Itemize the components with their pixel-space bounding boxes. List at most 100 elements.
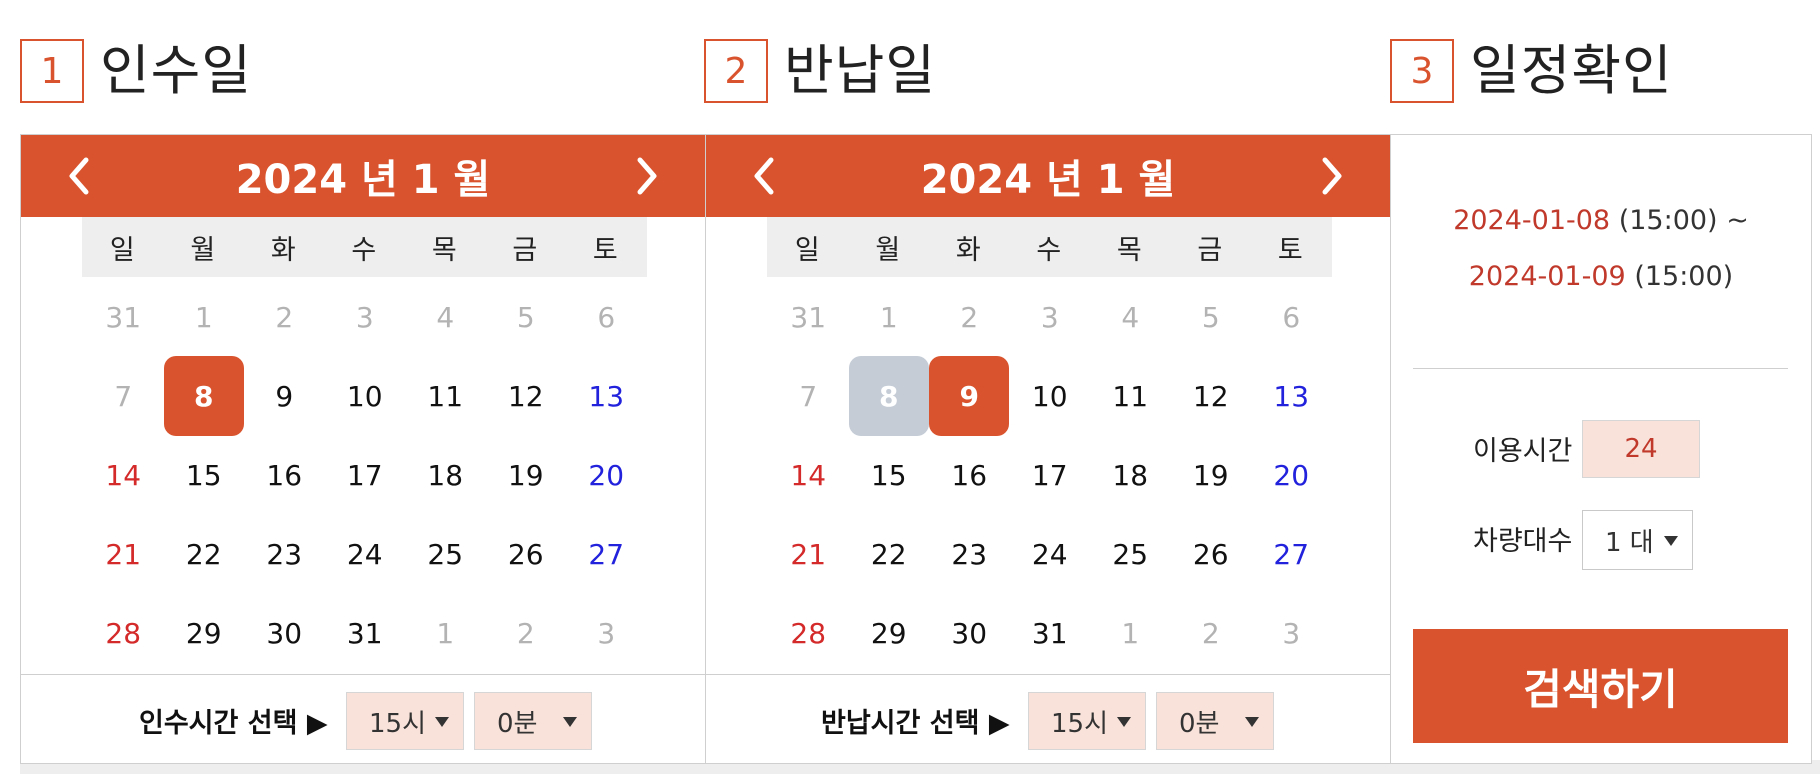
step-1-number: 1	[20, 39, 84, 103]
day-cell[interactable]: 24	[1010, 514, 1090, 594]
day-cell[interactable]: 28	[768, 593, 848, 673]
return-time-row: 반납시간 선택 ▶ 15시 0분	[706, 674, 1390, 764]
day-cell[interactable]: 12	[1171, 356, 1251, 436]
day-cell[interactable]: 9	[244, 356, 324, 436]
day-cell[interactable]: 11	[405, 356, 485, 436]
return-hour-value: 15시	[1051, 708, 1109, 739]
day-cell[interactable]: 21	[768, 514, 848, 594]
day-cell: 2	[516, 616, 535, 650]
vehicle-count-value: 1 대	[1605, 527, 1654, 558]
day-cell[interactable]: 26	[486, 514, 566, 594]
day-cell[interactable]: 29	[164, 593, 244, 673]
day-cell[interactable]: 13	[1251, 356, 1331, 436]
day-cell[interactable]: 18	[405, 435, 485, 515]
start-date: 2024-01-08	[1453, 205, 1611, 236]
day-cell[interactable]: 11	[1090, 356, 1170, 436]
dropdown-arrow-icon	[1117, 717, 1131, 727]
day-cell[interactable]: 8	[163, 356, 244, 436]
day-cell[interactable]: 17	[325, 435, 405, 515]
weekday-label: 일	[794, 234, 820, 266]
day-cell[interactable]: 27	[566, 514, 646, 594]
step-1-title: 인수일	[100, 39, 253, 102]
day-cell[interactable]: 30	[244, 593, 324, 673]
day-cell: 3	[1282, 616, 1301, 650]
pickup-calendar-header: 2024 년 1 월	[21, 135, 705, 217]
return-minute-value: 0분	[1179, 708, 1220, 739]
day-cell[interactable]: 26	[1171, 514, 1251, 594]
end-datetime: 2024-01-09 (15:00)	[1391, 261, 1811, 292]
day-cell[interactable]: 10	[1010, 356, 1090, 436]
day-cell[interactable]: 19	[1171, 435, 1251, 515]
step-3-header: 3 일정확인	[1390, 38, 1673, 104]
day-cell[interactable]: 17	[1010, 435, 1090, 515]
day-cell: 2	[960, 300, 979, 334]
day-cell[interactable]: 19	[486, 435, 566, 515]
day-cell[interactable]: 14	[768, 435, 848, 515]
day-cell: 1	[1121, 616, 1140, 650]
vehicle-count-select[interactable]: 1 대	[1582, 510, 1693, 570]
end-date: 2024-01-09	[1468, 261, 1626, 292]
day-cell: 1	[879, 300, 898, 334]
step-3-title: 일정확인	[1470, 39, 1673, 102]
day-cell: 2	[1201, 616, 1220, 650]
pickup-minute-value: 0분	[497, 708, 538, 739]
day-cell[interactable]: 27	[1251, 514, 1331, 594]
day-cell[interactable]: 25	[1090, 514, 1170, 594]
day-cell[interactable]: 9	[929, 356, 1010, 436]
day-cell[interactable]: 31	[325, 593, 405, 673]
return-weekday-row: 일 월 화 수 목 금 토	[767, 217, 1332, 277]
day-cell[interactable]: 16	[244, 435, 324, 515]
day-cell[interactable]: 8	[848, 356, 929, 436]
day-cell: 7	[799, 379, 818, 413]
return-minute-select[interactable]: 0분	[1156, 692, 1274, 750]
day-cell[interactable]: 23	[244, 514, 324, 594]
pickup-minute-select[interactable]: 0분	[474, 692, 592, 750]
day-cell: 4	[436, 300, 455, 334]
dropdown-arrow-icon	[563, 717, 577, 727]
pickup-calendar: 2024 년 1 월 일 월 화 수 목 금 토 31 1 2 3 4 5 6 7 8 9 10 11…	[20, 134, 706, 764]
day-cell[interactable]: 14	[83, 435, 163, 515]
day-cell[interactable]: 16	[929, 435, 1009, 515]
day-cell[interactable]: 12	[486, 356, 566, 436]
day-cell[interactable]: 22	[849, 514, 929, 594]
day-cell[interactable]: 13	[566, 356, 646, 436]
day-cell[interactable]: 23	[929, 514, 1009, 594]
day-cell[interactable]: 29	[849, 593, 929, 673]
day-cell[interactable]: 21	[83, 514, 163, 594]
pickup-month-title: 2024 년 1 월	[235, 157, 491, 203]
day-cell[interactable]: 30	[929, 593, 1009, 673]
search-button[interactable]: 검색하기	[1413, 629, 1788, 743]
day-cell[interactable]: 18	[1090, 435, 1170, 515]
step-2-header: 2 반납일	[704, 38, 936, 104]
pickup-next-month-button[interactable]	[617, 135, 677, 217]
start-datetime: 2024-01-08 (15:00) ~	[1391, 205, 1811, 236]
end-time: (15:00)	[1634, 261, 1734, 292]
weekday-label: 목	[1116, 234, 1142, 266]
day-cell[interactable]: 20	[1251, 435, 1331, 515]
day-cell[interactable]: 22	[164, 514, 244, 594]
return-next-month-button[interactable]	[1302, 135, 1362, 217]
day-cell[interactable]: 20	[566, 435, 646, 515]
day-cell[interactable]: 10	[325, 356, 405, 436]
day-cell[interactable]: 24	[325, 514, 405, 594]
day-cell: 2	[275, 300, 294, 334]
day-cell[interactable]: 31	[1010, 593, 1090, 673]
pickup-hour-value: 15시	[369, 708, 427, 739]
day-cell[interactable]: 15	[849, 435, 929, 515]
chevron-right-icon	[1322, 157, 1342, 195]
start-time: (15:00)	[1618, 205, 1718, 236]
day-cell[interactable]: 25	[405, 514, 485, 594]
return-hour-select[interactable]: 15시	[1028, 692, 1146, 750]
day-cell: 1	[194, 300, 213, 334]
day-cell[interactable]: 15	[164, 435, 244, 515]
weekday-label: 수	[1036, 234, 1062, 266]
dropdown-arrow-icon	[435, 717, 449, 727]
weekday-label: 화	[955, 234, 981, 266]
day-cell: 3	[597, 616, 616, 650]
dropdown-arrow-icon	[1664, 536, 1678, 546]
pickup-hour-select[interactable]: 15시	[346, 692, 464, 750]
return-calendar: 2024 년 1 월 일 월 화 수 목 금 토 31 1 2 3 4 5 6 7 8 9 10 11…	[705, 134, 1391, 764]
day-cell: 6	[1282, 300, 1301, 334]
day-cell[interactable]: 28	[83, 593, 163, 673]
day-cell: 5	[1201, 300, 1220, 334]
